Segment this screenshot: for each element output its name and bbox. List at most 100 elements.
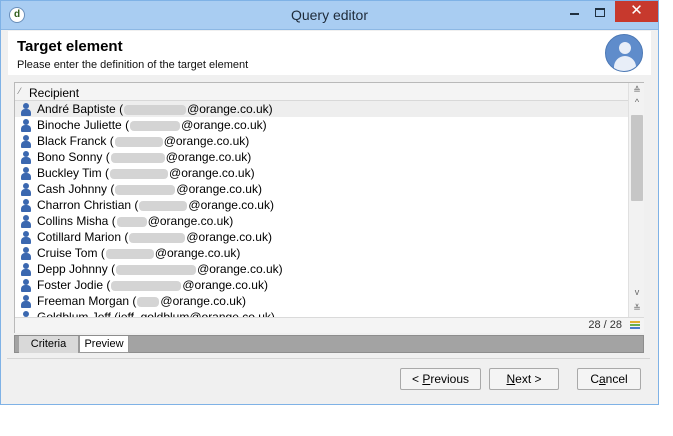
list-column-header[interactable]: ⁄ Recipient <box>15 83 628 101</box>
page-subtitle: Please enter the definition of the targe… <box>17 59 249 71</box>
redacted-email <box>129 232 186 243</box>
previous-button[interactable]: < Previous <box>400 368 481 390</box>
maximize-button[interactable] <box>587 3 613 24</box>
minimize-button[interactable] <box>561 3 587 24</box>
recipient-label: André Baptiste (@orange.co.uk) <box>37 102 273 116</box>
recipient-name: Bono Sonny <box>37 150 103 164</box>
redacted-email <box>116 216 147 227</box>
recipient-paren: ( <box>111 214 116 228</box>
recipient-name: Cotillard Marion <box>37 230 122 244</box>
recipient-name: Foster Jodie <box>37 278 104 292</box>
page-title: Target element <box>17 38 123 55</box>
list-item[interactable]: Cash Johnny (@orange.co.uk) <box>15 181 628 197</box>
previous-arrow: < <box>411 372 423 386</box>
person-icon <box>21 119 31 132</box>
recipient-email-domain: @orange.co.uk) <box>186 230 272 244</box>
recipient-label: Black Franck (@orange.co.uk) <box>37 134 249 148</box>
list-item[interactable]: Goldblum Jeff (jeff_goldblum@orange.co.u… <box>15 309 628 317</box>
recipient-email-domain: @orange.co.uk) <box>154 246 241 260</box>
redacted-email <box>111 280 182 291</box>
vertical-scrollbar[interactable]: ≙ ^ v ≚ <box>628 83 644 317</box>
recipient-paren: ( <box>124 230 129 244</box>
recipient-paren: ( <box>100 246 105 260</box>
recipient-label: Goldblum Jeff (jeff_goldblum@orange.co.u… <box>37 310 275 317</box>
recipient-paren: ( <box>134 198 139 212</box>
tab-criteria[interactable]: Criteria <box>19 336 79 353</box>
list-item[interactable]: Cotillard Marion ( @orange.co.uk) <box>15 229 628 245</box>
list-item[interactable]: Freeman Morgan (@orange.co.uk) <box>15 293 628 309</box>
person-icon <box>21 231 31 244</box>
list-item[interactable]: Depp Johnny (@orange.co.uk) <box>15 261 628 277</box>
list-footer: 28 / 28 <box>15 317 644 333</box>
cancel-label-end: ncel <box>605 372 628 386</box>
list-item[interactable]: André Baptiste (@orange.co.uk) <box>15 101 628 117</box>
recipient-email-domain: @orange.co.uk) <box>181 118 267 132</box>
recipient-label: Depp Johnny (@orange.co.uk) <box>37 262 283 276</box>
recipient-paren: ( <box>110 182 115 196</box>
recipient-list: ⁄ Recipient André Baptiste (@orange.co.u… <box>14 82 644 333</box>
list-item[interactable]: Foster Jodie (@orange.co.uk) <box>15 277 628 293</box>
recipient-email-domain: @orange.co.uk) <box>147 214 234 228</box>
person-icon <box>21 167 31 180</box>
recipient-label: Collins Misha ( @orange.co.uk) <box>37 214 233 228</box>
recipient-name: Cruise Tom <box>37 246 98 260</box>
sort-indicator-icon: ⁄ <box>19 86 21 96</box>
recipient-name: Freeman Morgan <box>37 294 130 308</box>
recipient-paren: ( <box>105 166 110 180</box>
wizard-header: Target element Please enter the definiti… <box>8 31 651 75</box>
recipient-paren: ( <box>109 134 114 148</box>
user-avatar-icon <box>605 34 643 72</box>
recipient-name: Binoche Juliette <box>37 118 122 132</box>
column-label-recipient[interactable]: Recipient <box>29 86 79 100</box>
recipient-email-domain: @orange.co.uk) <box>197 262 283 276</box>
redacted-email <box>114 136 163 147</box>
scrollbar-thumb[interactable] <box>631 115 643 201</box>
recipient-name: Cash Johnny <box>37 182 108 196</box>
list-item[interactable]: Collins Misha ( @orange.co.uk) <box>15 213 628 229</box>
scroll-bottom-icon[interactable]: ≚ <box>629 301 645 315</box>
next-label: ext > <box>515 372 542 386</box>
divider <box>7 358 650 359</box>
recipient-label: Freeman Morgan (@orange.co.uk) <box>37 294 246 308</box>
redacted-email <box>137 296 160 307</box>
person-icon <box>21 295 31 308</box>
recipient-label: Cash Johnny (@orange.co.uk) <box>37 182 262 196</box>
recipient-name: Charron Christian <box>37 198 132 212</box>
list-item[interactable]: Buckley Tim (@orange.co.uk) <box>15 165 628 181</box>
person-icon <box>21 247 31 260</box>
list-config-icon[interactable] <box>630 321 640 330</box>
redacted-email <box>130 120 181 131</box>
list-item[interactable]: Binoche Juliette (@orange.co.uk) <box>15 117 628 133</box>
next-mnemonic: N <box>506 372 516 386</box>
recipient-email-domain: @orange.co.uk) <box>188 198 274 212</box>
recipient-label: Cruise Tom ( @orange.co.uk) <box>37 246 240 260</box>
tab-preview[interactable]: Preview <box>79 336 129 353</box>
recipient-email-domain: @orange.co.uk) <box>182 278 268 292</box>
maximize-icon <box>595 8 605 17</box>
recipient-name: Depp Johnny <box>37 262 108 276</box>
recipient-label: Binoche Juliette (@orange.co.uk) <box>37 118 267 132</box>
redacted-email <box>116 264 197 275</box>
person-icon <box>21 199 31 212</box>
next-button[interactable]: Next > <box>489 368 559 390</box>
cancel-button[interactable]: Cancel <box>577 368 641 390</box>
recipient-label: Cotillard Marion ( @orange.co.uk) <box>37 230 272 244</box>
title-bar[interactable]: d Query editor ✕ <box>1 1 658 30</box>
close-button[interactable]: ✕ <box>615 1 658 22</box>
list-item[interactable]: Bono Sonny (@orange.co.uk) <box>15 149 628 165</box>
redacted-email <box>105 248 154 259</box>
recipient-paren: ( <box>132 294 137 308</box>
list-item[interactable]: Cruise Tom ( @orange.co.uk) <box>15 245 628 261</box>
person-icon <box>21 183 31 196</box>
record-count: 28 / 28 <box>588 319 622 331</box>
tab-bar: Criteria Preview <box>14 335 644 353</box>
recipient-email-domain: @orange.co.uk) <box>169 166 255 180</box>
list-item[interactable]: Black Franck (@orange.co.uk) <box>15 133 628 149</box>
recipient-name: Collins Misha <box>37 214 109 228</box>
scroll-down-icon[interactable]: v <box>629 285 645 299</box>
person-icon <box>21 151 31 164</box>
scroll-up-icon[interactable]: ^ <box>629 95 645 109</box>
recipient-name: Goldblum Jeff <box>37 310 111 317</box>
list-item[interactable]: Charron Christian ( @orange.co.uk) <box>15 197 628 213</box>
recipient-email-domain: @orange.co.uk) <box>163 134 250 148</box>
